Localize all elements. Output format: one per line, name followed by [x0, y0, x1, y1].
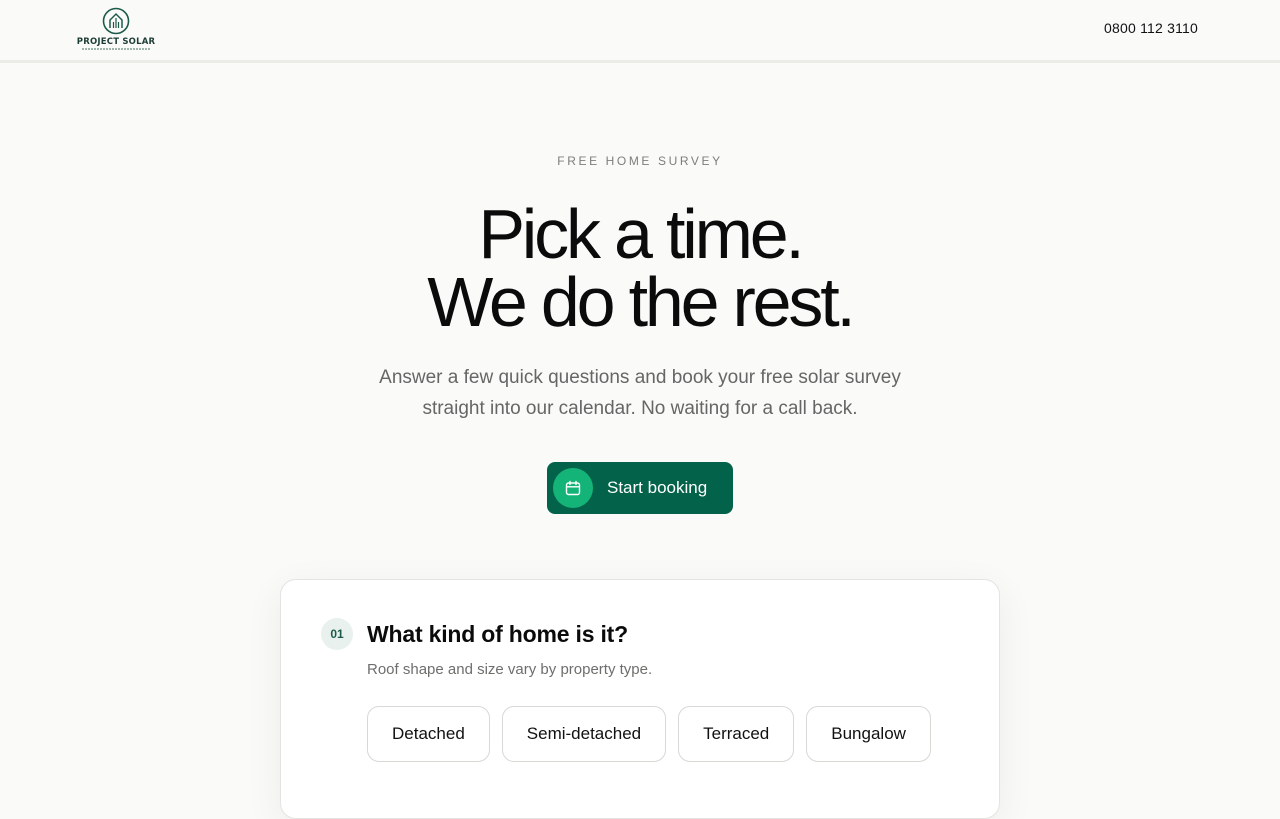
project-solar-logo[interactable]: PROJECT SOLAR [77, 7, 155, 53]
site-header: PROJECT SOLAR 0800 112 3110 [0, 0, 1280, 63]
logo-wordmark: PROJECT SOLAR [76, 37, 156, 47]
step-number-badge: 01 [321, 618, 353, 650]
home-type-options: Detached Semi-detached Terraced Bungalow [367, 706, 931, 762]
hero-subtitle: Answer a few quick questions and book yo… [360, 362, 920, 424]
subtitle-line-1: Answer a few quick questions and book yo… [379, 367, 901, 388]
option-terraced[interactable]: Terraced [678, 706, 795, 762]
home-type-question-card: 01 What kind of home is it? Roof shape a… [280, 579, 1000, 819]
house-logo-icon [102, 7, 130, 35]
question-title: What kind of home is it? [367, 621, 628, 647]
question-hint: Roof shape and size vary by property typ… [367, 661, 653, 678]
logo-tagline [82, 48, 150, 50]
option-detached[interactable]: Detached [367, 706, 490, 762]
subtitle-line-2: straight into our calendar. No waiting f… [422, 398, 858, 419]
hero-eyebrow: FREE HOME SURVEY [557, 154, 723, 168]
calendar-icon [553, 468, 593, 508]
headline-line-1: Pick a time. [478, 195, 805, 273]
headline-line-2: We do the rest. [427, 263, 856, 341]
phone-number-link[interactable]: 0800 112 3110 [1104, 20, 1198, 36]
start-booking-label: Start booking [607, 478, 708, 497]
option-bungalow[interactable]: Bungalow [806, 706, 931, 762]
hero-headline: Pick a time. We do the rest. [0, 195, 1280, 341]
start-booking-button[interactable]: Start booking [547, 462, 733, 514]
option-semi-detached[interactable]: Semi-detached [501, 706, 667, 762]
